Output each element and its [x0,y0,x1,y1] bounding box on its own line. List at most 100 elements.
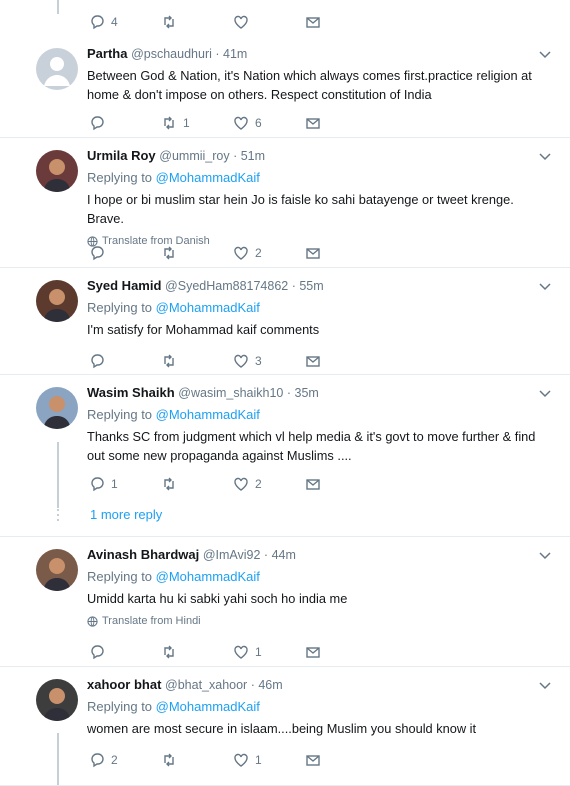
chevron-down-icon[interactable] [538,678,552,692]
reply-icon [91,753,104,768]
tweet-actions: 4 [89,13,377,31]
dm-button[interactable] [305,752,377,768]
user-handle: @bhat_xahoor · 46m [165,678,283,692]
tweet-header: Wasim Shaikh @wasim_shaikh10 · 35m [87,384,550,402]
replying-to-link[interactable]: @MohammadKaif [156,300,260,315]
profile-photo-icon [36,280,78,322]
retweet-button[interactable] [161,476,233,492]
tweet[interactable]: Avinash Bhardwaj @ImAvi92 · 44m Replying… [0,537,570,667]
avatar[interactable] [36,549,78,591]
reply-button[interactable]: 2 [89,752,161,768]
reply-icon [91,116,104,131]
tweet-content: Urmila Roy @ummii_roy · 51m Replying to … [87,147,552,247]
reply-button[interactable] [89,644,161,660]
mail-icon [306,647,320,658]
tweet-actions: 1 6 [89,114,377,132]
dm-button[interactable] [305,14,377,30]
user-handle: @wasim_shaikh10 · 35m [178,386,319,400]
default-avatar-icon [36,48,78,90]
retweet-icon [164,246,174,260]
tweet-header: Urmila Roy @ummii_roy · 51m [87,147,550,165]
retweet-icon [164,354,174,368]
chevron-down-icon[interactable] [538,386,552,400]
replying-to-link[interactable]: @MohammadKaif [156,569,260,584]
heart-icon [234,354,248,368]
reply-icon [91,645,104,660]
tweet[interactable]: xahoor bhat @bhat_xahoor · 46m Replying … [0,667,570,786]
retweet-button[interactable] [161,752,233,768]
dm-button[interactable] [305,353,377,369]
retweet-button[interactable] [161,245,233,261]
heart-icon [234,116,248,130]
like-button[interactable]: 6 [233,115,305,131]
retweet-button[interactable] [161,353,233,369]
chevron-down-icon[interactable] [538,279,552,293]
replying-to: Replying to @MohammadKaif [87,569,260,584]
tweet-actions: 3 [89,352,377,370]
user-name[interactable]: Wasim Shaikh [87,385,175,400]
tweet[interactable]: Syed Hamid @SyedHam88174862 · 55m Replyi… [0,268,570,375]
replying-to: Replying to @MohammadKaif [87,407,260,422]
mail-icon [306,248,320,259]
user-name[interactable]: Partha [87,46,127,61]
chevron-down-icon[interactable] [538,548,552,562]
dm-button[interactable] [305,476,377,492]
thread-line [57,0,59,14]
reply-button[interactable] [89,245,161,261]
user-name[interactable]: xahoor bhat [87,677,161,692]
user-name[interactable]: Avinash Bhardwaj [87,547,199,562]
retweet-icon [164,645,174,659]
user-handle: @SyedHam88174862 · 55m [165,279,324,293]
more-replies-link[interactable]: 1 more reply [90,507,162,522]
tweet[interactable]: Urmila Roy @ummii_roy · 51m Replying to … [0,138,570,268]
chevron-down-icon[interactable] [538,149,552,163]
tweet-content: Partha @pschaudhuri · 41m Between God & … [87,45,552,104]
tweet-text: I'm satisfy for Mohammad kaif comments [87,322,320,337]
tweet-actions: 2 [89,244,377,262]
like-button[interactable]: 1 [233,644,305,660]
tweet[interactable]: Wasim Shaikh @wasim_shaikh10 · 35m Reply… [0,375,570,537]
profile-photo-icon [36,150,78,192]
tweet[interactable]: Partha @pschaudhuri · 41m Between God & … [0,38,570,138]
profile-photo-icon [36,679,78,721]
dm-button[interactable] [305,245,377,261]
avatar[interactable] [36,387,78,429]
avatar[interactable] [36,679,78,721]
like-button[interactable]: 2 [233,476,305,492]
replying-to: Replying to @MohammadKaif [87,170,260,185]
like-button[interactable]: 1 [233,752,305,768]
avatar[interactable] [36,280,78,322]
user-name[interactable]: Syed Hamid [87,278,161,293]
retweet-icon [164,477,174,491]
mail-icon [306,755,320,766]
retweet-button[interactable]: 1 [161,115,233,131]
tweet-actions: 1 2 [89,475,377,493]
avatar[interactable] [36,48,78,90]
profile-photo-icon [36,549,78,591]
replying-to-link[interactable]: @MohammadKaif [156,699,260,714]
dm-button[interactable] [305,115,377,131]
chevron-down-icon[interactable] [538,47,552,61]
translate-link[interactable]: Translate from Hindi [87,615,550,627]
reply-icon [91,477,104,492]
heart-icon [234,645,248,659]
retweet-button[interactable] [161,14,233,30]
retweet-icon [164,753,174,767]
replying-to-link[interactable]: @MohammadKaif [156,170,260,185]
user-name[interactable]: Urmila Roy [87,148,156,163]
tweet-text: Between God & Nation, it's Nation which … [87,68,532,102]
dm-button[interactable] [305,644,377,660]
mail-icon [306,479,320,490]
reply-button[interactable] [89,115,161,131]
replying-to-link[interactable]: @MohammadKaif [156,407,260,422]
like-button[interactable] [233,14,305,30]
avatar[interactable] [36,150,78,192]
reply-button[interactable]: 1 [89,476,161,492]
retweet-button[interactable] [161,644,233,660]
like-button[interactable]: 3 [233,353,305,369]
reply-button[interactable]: 4 [89,14,161,30]
reply-button[interactable] [89,353,161,369]
tweet-text: women are most secure in islaam....being… [87,721,477,736]
tweet-header: Avinash Bhardwaj @ImAvi92 · 44m [87,546,550,564]
like-button[interactable]: 2 [233,245,305,261]
